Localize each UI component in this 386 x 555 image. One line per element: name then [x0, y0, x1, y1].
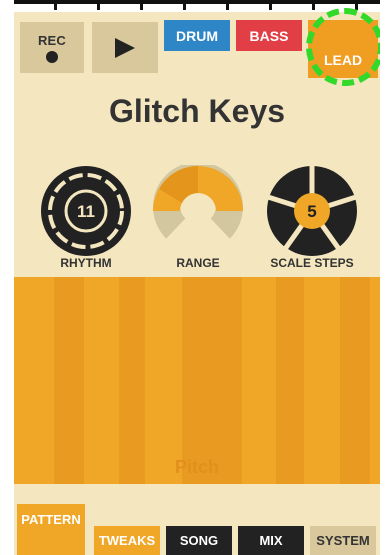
range-label: RANGE: [176, 256, 220, 270]
pitch-key-stripe: [182, 277, 242, 484]
rhythm-knob[interactable]: 11: [40, 165, 132, 257]
ruler-tick: [355, 0, 358, 10]
pitch-key-stripe: [276, 277, 304, 484]
range-knob[interactable]: [152, 165, 244, 257]
play-button[interactable]: [92, 22, 158, 73]
ruler-tick: [183, 0, 186, 10]
record-button[interactable]: REC: [20, 22, 84, 73]
pitch-key-stripe: [340, 277, 370, 484]
instrument-title: Glitch Keys: [108, 93, 286, 129]
play-icon: [115, 37, 135, 58]
pitch-touch-area[interactable]: Pitch: [14, 277, 380, 484]
rhythm-label: RHYTHM: [60, 256, 112, 270]
record-label: REC: [37, 32, 67, 48]
tab-bass[interactable]: BASS: [236, 20, 302, 51]
record-dot-icon: [46, 50, 58, 63]
ruler-tick: [269, 0, 272, 10]
ruler-tick: [226, 0, 229, 10]
tab-system[interactable]: SYSTEM: [310, 526, 376, 555]
ruler-tick: [312, 0, 315, 10]
ruler-tick: [140, 0, 143, 10]
timeline-ruler: [14, 0, 380, 12]
scale-steps-value: 5: [307, 202, 316, 221]
scale-steps-label: SCALE STEPS: [270, 256, 354, 270]
timeline-bar: [14, 0, 380, 4]
bottom-tab-bar: PATTERN TWEAKS SONG MIX SYSTEM: [14, 484, 380, 555]
pitch-key-stripe: [54, 277, 84, 484]
ruler-tick: [97, 0, 100, 10]
app-screen: REC DRUM BASS LEAD Glitch Keys 11 RHYTHM…: [14, 0, 380, 555]
rhythm-value: 11: [77, 202, 95, 221]
pitch-key-stripe: [119, 277, 145, 484]
tab-drum[interactable]: DRUM: [164, 20, 230, 51]
scale-steps-knob[interactable]: 5: [266, 165, 358, 257]
tab-lead[interactable]: LEAD: [308, 20, 378, 78]
tab-tweaks[interactable]: TWEAKS: [94, 526, 160, 555]
tab-pattern[interactable]: PATTERN: [17, 504, 85, 555]
pitch-label: Pitch: [174, 457, 219, 477]
tab-song[interactable]: SONG: [166, 526, 232, 555]
ruler-tick: [54, 0, 57, 10]
tab-mix[interactable]: MIX: [238, 526, 304, 555]
